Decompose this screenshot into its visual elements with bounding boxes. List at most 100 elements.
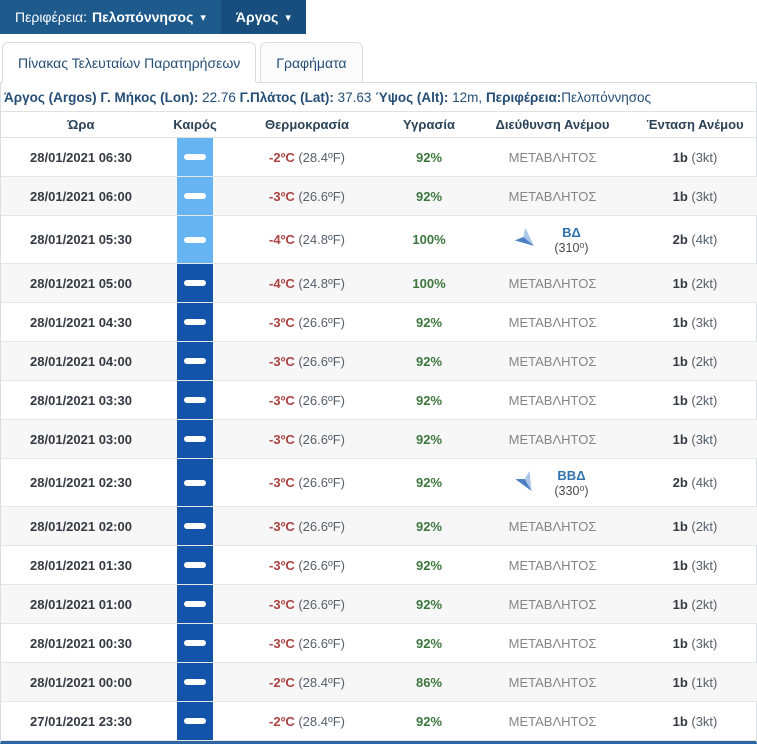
cloud-dash-glyph — [184, 562, 206, 568]
temperature-fahrenheit: (28.4ºF) — [294, 149, 345, 165]
temperature-celsius: -3ºC — [269, 596, 295, 612]
weather-condition-icon — [177, 303, 213, 341]
humidity-value: 100% — [412, 232, 446, 247]
temperature-celsius: -3ºC — [269, 353, 295, 369]
weather-condition-icon — [177, 264, 213, 302]
table-row: 28/01/2021 00:00 -2ºC (28.4ºF) 86% ΜΕΤΑΒΛΗΤ… — [1, 662, 757, 702]
observations-table: Ώρα Καιρός Θερμοκρασία Υγρασία Διεύθυνση Ανέ… — [1, 111, 757, 741]
tab-observations-table[interactable]: Πίνακας Τελευταίων Παρατηρήσεων — [2, 42, 257, 83]
table-row: 28/01/2021 01:30 -3ºC (26.6ºF) 92% ΜΕΤΑΒΛΗΤ… — [1, 545, 757, 585]
alt-label: Ύψος (Alt): — [375, 90, 449, 105]
station-dropdown[interactable]: Άργος ▾ — [220, 0, 306, 34]
observations-panel: Άργος (Argos) Γ. Μήκος (Lon): 22.76 Γ.Πλ… — [0, 82, 757, 744]
temperature-fahrenheit: (28.4ºF) — [294, 674, 345, 690]
station-name: Άργος (Argos) — [4, 90, 97, 105]
wind-intensity-knots: (3kt) — [687, 149, 718, 165]
table-row: 28/01/2021 01:00 -3ºC (26.6ºF) 92% ΜΕΤΑΒΛΗΤ… — [1, 584, 757, 624]
lat-label: Γ.Πλάτος (Lat): — [239, 90, 334, 105]
wind-intensity-knots: (3kt) — [687, 713, 718, 729]
cloud-dash-glyph — [184, 523, 206, 529]
column-header: Θερμοκρασία — [229, 111, 385, 138]
wind-intensity-beaufort: 1b — [672, 353, 688, 369]
wind-direction-variable: ΜΕΤΑΒΛΗΤΟΣ — [508, 635, 597, 651]
observation-time: 28/01/2021 01:00 — [30, 596, 132, 612]
humidity-value: 92% — [415, 713, 443, 729]
weather-condition-icon — [177, 546, 213, 584]
wind-intensity-knots: (3kt) — [687, 188, 718, 204]
top-navbar: Περιφέρεια: Πελοπόννησος ▾ Άργος ▾ — [0, 0, 757, 34]
wind-intensity-knots: (2kt) — [687, 596, 718, 612]
humidity-value: 86% — [415, 674, 443, 690]
humidity-value: 92% — [415, 314, 443, 330]
wind-intensity-knots: (2kt) — [687, 353, 718, 369]
temperature-fahrenheit: (26.6ºF) — [294, 518, 345, 534]
weather-condition-icon — [177, 663, 213, 701]
temperature-fahrenheit: (26.6ºF) — [294, 596, 345, 612]
wind-direction-variable: ΜΕΤΑΒΛΗΤΟΣ — [508, 275, 597, 291]
weather-condition-icon — [177, 459, 213, 506]
temperature-fahrenheit: (26.6ºF) — [294, 353, 345, 369]
observation-time: 28/01/2021 01:30 — [30, 557, 132, 573]
observation-time: 28/01/2021 05:00 — [30, 275, 132, 291]
wind-intensity-beaufort: 1b — [672, 635, 688, 651]
weather-condition-icon — [177, 138, 213, 176]
temperature-fahrenheit: (24.8ºF) — [294, 275, 345, 291]
wind-intensity-knots: (4kt) — [687, 232, 718, 247]
lat-value: 37.63 — [337, 90, 372, 105]
observation-time: 27/01/2021 23:30 — [30, 713, 132, 729]
wind-direction-variable: ΜΕΤΑΒΛΗΤΟΣ — [508, 188, 597, 204]
wind-direction-variable: ΜΕΤΑΒΛΗΤΟΣ — [508, 518, 597, 534]
wind-intensity-beaufort: 1b — [672, 149, 688, 165]
cloud-dash-glyph — [184, 718, 206, 724]
wind-intensity-beaufort: 1b — [672, 713, 688, 729]
table-row: 28/01/2021 05:30 -4ºC (24.8ºF) 100% ΒΔ (310⁰… — [1, 215, 757, 264]
weather-condition-icon — [177, 177, 213, 215]
table-row: 28/01/2021 03:30 -3ºC (26.6ºF) 92% ΜΕΤΑΒΛΗΤ… — [1, 380, 757, 420]
cloud-dash-glyph — [184, 280, 206, 286]
tab-bar: Πίνακας Τελευταίων Παρατηρήσεων Γραφήματ… — [0, 34, 757, 83]
wind-direction-label: ΒΒΔ — [557, 467, 586, 483]
region-dropdown-label: Περιφέρεια: — [15, 9, 88, 25]
weather-condition-icon — [177, 507, 213, 545]
column-header: Ένταση Ανέμου — [632, 111, 757, 138]
cloud-dash-glyph — [184, 640, 206, 646]
wind-direction-label: ΒΔ — [562, 224, 581, 240]
weather-condition-icon — [177, 342, 213, 380]
tab-charts[interactable]: Γραφήματα — [260, 42, 363, 83]
temperature-fahrenheit: (26.6ºF) — [294, 431, 345, 447]
weather-condition-icon — [177, 585, 213, 623]
wind-intensity-knots: (2kt) — [687, 275, 718, 291]
weather-condition-icon — [177, 702, 213, 740]
observation-time: 28/01/2021 04:30 — [30, 314, 132, 330]
observation-time: 28/01/2021 00:00 — [30, 674, 132, 690]
observation-time: 28/01/2021 02:00 — [30, 518, 132, 534]
wind-direction-variable: ΜΕΤΑΒΛΗΤΟΣ — [508, 713, 597, 729]
temperature-fahrenheit: (26.6ºF) — [294, 475, 345, 490]
humidity-value: 92% — [415, 596, 443, 612]
region-dropdown[interactable]: Περιφέρεια: Πελοπόννησος ▾ — [0, 0, 221, 34]
table-row: 27/01/2021 23:30 -2ºC (28.4ºF) 92% ΜΕΤΑΒΛΗΤ… — [1, 701, 757, 741]
observation-time: 28/01/2021 03:30 — [30, 392, 132, 408]
wind-intensity-beaufort: 1b — [672, 596, 688, 612]
wind-intensity-beaufort: 1b — [672, 275, 688, 291]
humidity-value: 92% — [415, 353, 443, 369]
wind-direction-arrow-icon — [515, 470, 532, 491]
cloud-dash-glyph — [184, 319, 206, 325]
observation-time: 28/01/2021 00:30 — [30, 635, 132, 651]
lon-value: 22.76 — [202, 90, 236, 105]
observation-time: 28/01/2021 03:00 — [30, 431, 132, 447]
humidity-value: 92% — [415, 557, 443, 573]
column-header: Ώρα — [1, 111, 161, 138]
humidity-value: 100% — [412, 275, 446, 291]
wind-direction-arrow-icon — [515, 227, 535, 246]
wind-direction-degrees: (310⁰) — [554, 240, 589, 255]
observations-body: 28/01/2021 06:30 -2ºC (28.4ºF) 92% ΜΕΤΑΒΛΗΤ… — [1, 137, 757, 741]
cloud-dash-glyph — [184, 358, 206, 364]
temperature-fahrenheit: (26.6ºF) — [294, 392, 345, 408]
cloud-dash-glyph — [184, 436, 206, 442]
observation-time: 28/01/2021 02:30 — [30, 475, 132, 490]
temperature-celsius: -4ºC — [269, 232, 295, 247]
humidity-value: 92% — [415, 149, 443, 165]
temperature-celsius: -2ºC — [269, 674, 295, 690]
wind-intensity-beaufort: 1b — [672, 557, 688, 573]
